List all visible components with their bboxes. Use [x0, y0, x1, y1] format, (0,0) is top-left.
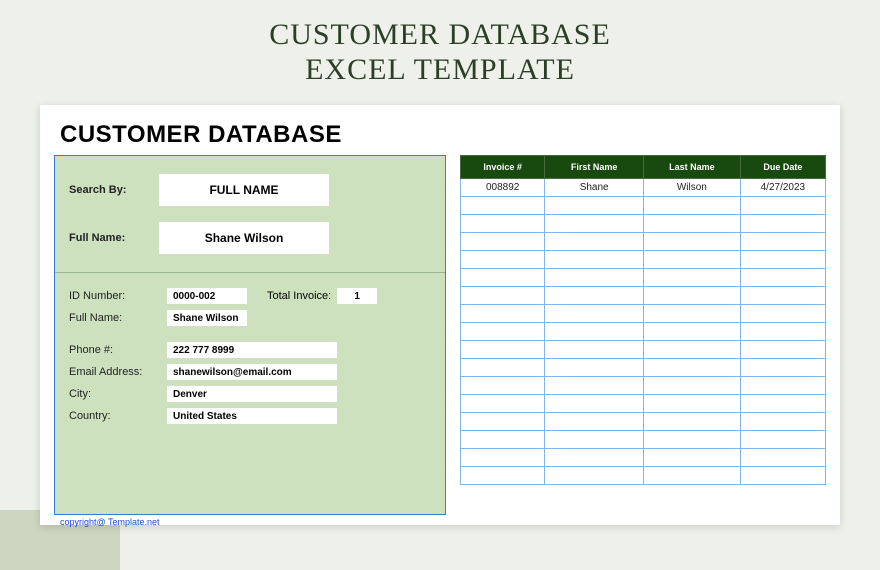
table-row[interactable]: [461, 215, 826, 233]
search-by-label: Search By:: [69, 184, 159, 196]
table-row[interactable]: [461, 269, 826, 287]
table-row[interactable]: [461, 449, 826, 467]
email-label: Email Address:: [69, 366, 167, 378]
country-label: Country:: [69, 410, 167, 422]
table-row[interactable]: [461, 323, 826, 341]
search-top-section: Search By: Full Name:: [55, 156, 445, 273]
col-invoice: Invoice #: [461, 156, 545, 179]
cell-first-name[interactable]: Shane: [545, 179, 644, 197]
id-number-value[interactable]: [167, 288, 247, 304]
table-row[interactable]: [461, 413, 826, 431]
city-value[interactable]: [167, 386, 337, 402]
table-row[interactable]: [461, 359, 826, 377]
col-first-name: First Name: [545, 156, 644, 179]
email-value[interactable]: [167, 364, 337, 380]
phone-value[interactable]: [167, 342, 337, 358]
phone-label: Phone #:: [69, 344, 167, 356]
cell-invoice[interactable]: 008892: [461, 179, 545, 197]
id-number-label: ID Number:: [69, 290, 167, 302]
cell-last-name[interactable]: Wilson: [643, 179, 740, 197]
full-name-label: Full Name:: [69, 232, 159, 244]
invoice-table: Invoice # First Name Last Name Due Date …: [460, 155, 826, 485]
details-section: ID Number: Total Invoice: Full Name: Pho…: [55, 273, 445, 514]
table-row[interactable]: [461, 197, 826, 215]
detail-full-name-label: Full Name:: [69, 312, 167, 324]
search-by-input[interactable]: [159, 174, 329, 206]
country-value[interactable]: [167, 408, 337, 424]
table-row[interactable]: [461, 377, 826, 395]
col-last-name: Last Name: [643, 156, 740, 179]
page-title: CUSTOMER DATABASE EXCEL TEMPLATE: [0, 0, 880, 87]
table-row[interactable]: [461, 233, 826, 251]
detail-full-name-value[interactable]: [167, 310, 247, 326]
table-row[interactable]: [461, 305, 826, 323]
page-title-line2: EXCEL TEMPLATE: [0, 53, 880, 88]
col-due-date: Due Date: [740, 156, 825, 179]
table-row[interactable]: [461, 395, 826, 413]
table-row[interactable]: [461, 341, 826, 359]
search-panel: Search By: Full Name: ID Number: Total I…: [54, 155, 446, 515]
table-row[interactable]: [461, 251, 826, 269]
total-invoice-value[interactable]: [337, 288, 377, 304]
table-row[interactable]: 008892 Shane Wilson 4/27/2023: [461, 179, 826, 197]
copyright-link[interactable]: copyright@ Template.net: [60, 517, 826, 527]
invoice-table-panel: Invoice # First Name Last Name Due Date …: [460, 155, 826, 515]
table-row[interactable]: [461, 287, 826, 305]
cell-due-date[interactable]: 4/27/2023: [740, 179, 825, 197]
sheet-title: CUSTOMER DATABASE: [60, 121, 826, 149]
table-row[interactable]: [461, 467, 826, 485]
page-title-line1: CUSTOMER DATABASE: [0, 18, 880, 53]
city-label: City:: [69, 388, 167, 400]
document-sheet: CUSTOMER DATABASE Search By: Full Name: …: [40, 105, 840, 525]
total-invoice-label: Total Invoice:: [267, 290, 331, 302]
full-name-input[interactable]: [159, 222, 329, 254]
table-row[interactable]: [461, 431, 826, 449]
